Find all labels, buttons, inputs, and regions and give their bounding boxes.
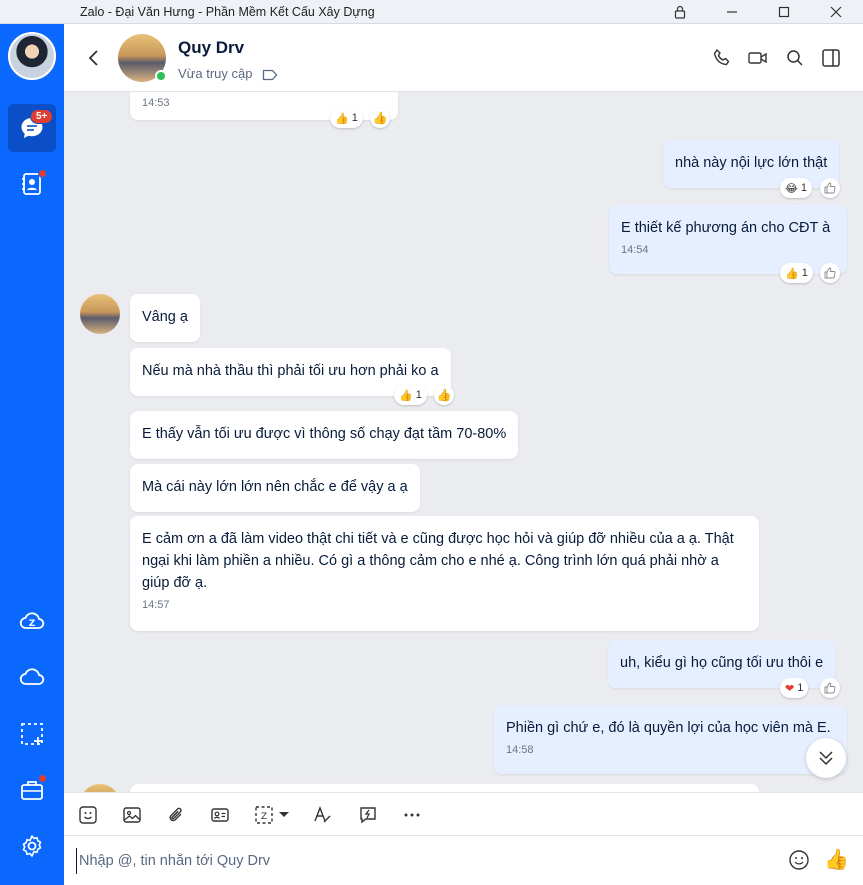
screenshot-icon [21,723,43,745]
reaction-summary[interactable]: 👍 1 [394,385,427,405]
scroll-to-bottom-button[interactable] [806,738,846,778]
message-time: 14:58 [506,744,534,756]
reaction-summary[interactable]: 👍 1 [330,108,363,128]
composer: 👍 [64,836,863,885]
quick-message-icon[interactable] [356,803,380,827]
message-text: nhà này nội lực lớn thật [675,155,828,171]
text-format-icon[interactable] [310,803,334,827]
message-incoming[interactable]: Vâng ạ [130,294,200,342]
message-incoming[interactable]: E cảm ơn a đã làm video thật chi tiết và… [130,516,759,631]
image-icon[interactable] [120,803,144,827]
search-icon[interactable] [783,46,807,70]
message-text: E cảm ơn a đã làm video thật chi tiết và… [142,531,734,591]
user-avatar[interactable] [8,32,56,80]
zcloud-nav-button[interactable]: Z [8,598,56,646]
toolbox-nav-button[interactable] [8,766,56,814]
tag-icon[interactable] [262,69,278,81]
screenshot-capture-button[interactable]: Z [252,803,292,827]
message-input[interactable] [76,848,776,874]
double-chevron-down-icon [819,751,833,766]
zcloud-icon: Z [19,612,45,629]
toolbox-notification-dot [38,774,47,783]
screenshot-nav-button[interactable] [8,710,56,758]
thumbs-up-icon: 👍 [785,267,799,280]
more-icon[interactable] [400,803,424,827]
contacts-notification-dot [38,169,47,178]
like-outline-icon[interactable] [820,678,840,698]
message-incoming[interactable]: Mà cái này lớn lớn nên chắc e để vậy a ạ [130,464,420,512]
reaction-count: 1 [415,389,422,401]
message-incoming[interactable] [130,784,759,792]
like-outline-icon[interactable] [820,263,840,283]
reaction-summary[interactable]: ❤ 1 [780,678,809,698]
cloud-icon [19,668,45,685]
contacts-nav-button[interactable] [8,160,56,208]
conversation-header: Quy Drv Vừa truy cập [64,24,863,92]
reaction-count: 1 [800,182,807,194]
sender-avatar[interactable] [80,784,120,792]
screenshot-capture-icon: Z [255,806,273,824]
messages-badge: 5+ [30,109,54,124]
gear-icon [22,835,42,857]
caret-down-icon [279,812,289,817]
maximize-button[interactable] [764,1,804,23]
message-text: Mà cái này lớn lớn nên chắc e để vậy a ạ [142,479,408,495]
lock-icon[interactable] [660,1,700,23]
message-text: E thiết kế phương án cho CĐT à [621,220,831,236]
thumbs-up-icon: 👍 [824,849,849,871]
message-outgoing[interactable]: E thiết kế phương án cho CĐT à 14:54 [609,205,847,274]
thumbs-up-icon: 👍 [372,111,388,125]
reaction-count: 1 [797,682,804,694]
minimize-button[interactable] [712,1,752,23]
laugh-emoji-icon: 😂 [785,182,798,195]
reaction-summary[interactable]: 👍 1 [780,263,813,283]
like-outline-icon[interactable] [820,178,840,198]
svg-text:Z: Z [261,812,267,822]
close-button[interactable] [816,1,856,23]
message-text: Vâng ạ [142,309,188,325]
react-button[interactable]: 👍 [434,385,454,405]
reaction-count: 1 [351,112,358,124]
message-list[interactable]: 14:53 👍 1 👍 nhà này nội lực lớn thật 😂 1 E… [64,92,863,792]
svg-text:Z: Z [29,619,36,629]
react-button[interactable]: 👍 [370,108,390,128]
sender-avatar[interactable] [80,294,120,334]
sticker-icon[interactable] [76,803,100,827]
back-arrow-icon[interactable] [84,48,104,68]
reaction-summary[interactable]: 😂 1 [780,178,812,198]
composer-toolbar: Z [64,792,863,836]
sidebar-toggle-icon[interactable] [819,46,843,70]
title-bar: Zalo - Đại Văn Hưng - Phần Mềm Kết Cấu X… [0,0,863,24]
message-time: 14:54 [621,244,649,256]
contact-card-icon[interactable] [208,803,232,827]
peer-status-text: Vừa truy cập [178,66,253,81]
settings-nav-button[interactable] [8,822,56,870]
thumbs-up-icon: 👍 [335,112,349,125]
message-text: E thấy vẫn tối ưu được vì thông số chạy … [142,426,507,442]
heart-icon: ❤ [785,682,795,695]
attachment-icon[interactable] [164,803,188,827]
online-indicator [155,70,167,82]
quick-like-button[interactable]: 👍 [824,847,849,872]
cloud-nav-button[interactable] [8,654,56,702]
sidebar: 5+ Z [0,24,64,885]
thumbs-up-icon: 👍 [436,388,452,402]
message-outgoing[interactable]: Phiền gì chứ e, đó là quyền lợi của học … [494,705,847,774]
message-text: uh, kiểu gì họ cũng tối ưu thôi e [620,655,824,671]
video-call-icon[interactable] [746,46,770,70]
thumbs-up-icon: 👍 [399,389,413,402]
reaction-count: 1 [801,267,808,279]
peer-name[interactable]: Quy Drv [178,38,244,58]
peer-status: Vừa truy cập [178,66,278,81]
message-text: Phiền gì chứ e, đó là quyền lợi của học … [506,720,831,736]
phone-call-icon[interactable] [710,46,734,70]
message-outgoing[interactable]: nhà này nội lực lớn thật [663,140,840,188]
message-incoming[interactable]: E thấy vẫn tối ưu được vì thông số chạy … [130,411,519,459]
message-time: 14:57 [142,599,170,611]
message-text: Nếu mà nhà thầu thì phải tối ưu hơn phải… [142,363,439,379]
emoji-icon[interactable] [788,849,810,871]
window-title: Zalo - Đại Văn Hưng - Phần Mềm Kết Cấu X… [80,5,375,19]
